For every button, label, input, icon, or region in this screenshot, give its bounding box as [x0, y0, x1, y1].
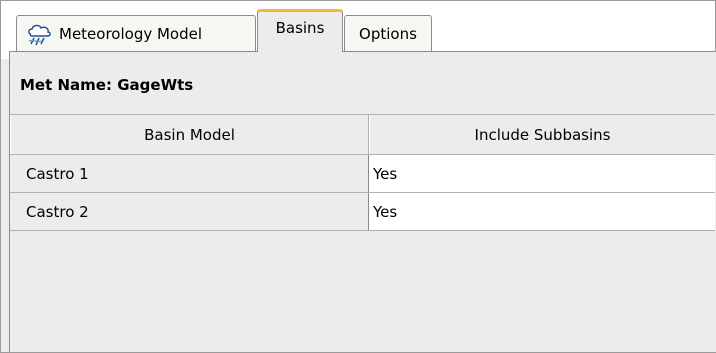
tab-basins-label: Basins: [275, 19, 325, 37]
tab-strip: Meteorology Model Options Basins: [1, 1, 715, 59]
table-header: Basin Model Include Subbasins: [10, 114, 715, 155]
tab-meteorology-model-label: Meteorology Model: [59, 24, 203, 43]
met-name-value: GageWts: [117, 76, 194, 94]
include-subbasins-cell[interactable]: Yes: [369, 193, 715, 230]
table-row: Castro 1 Yes: [10, 155, 715, 193]
met-name-label: Met Name:: [20, 76, 112, 94]
tab-options-label: Options: [359, 24, 417, 43]
tab-basins[interactable]: Basins: [257, 9, 343, 52]
tab-meteorology-model[interactable]: Meteorology Model: [16, 15, 256, 51]
meteorology-icon: [25, 21, 53, 47]
include-subbasins-cell[interactable]: Yes: [369, 155, 715, 192]
basin-model-cell: Castro 1: [10, 155, 369, 192]
table-row: Castro 2 Yes: [10, 193, 715, 231]
basin-model-cell: Castro 2: [10, 193, 369, 230]
component-editor-panel: Meteorology Model Options Basins Met Nam…: [0, 0, 716, 353]
column-header-basin-model[interactable]: Basin Model: [10, 115, 369, 154]
tab-options[interactable]: Options: [344, 15, 432, 51]
column-header-include-subbasins[interactable]: Include Subbasins: [369, 115, 715, 154]
basins-table: Basin Model Include Subbasins Castro 1 Y…: [10, 114, 715, 231]
met-name-heading: Met Name: GageWts: [20, 76, 193, 94]
